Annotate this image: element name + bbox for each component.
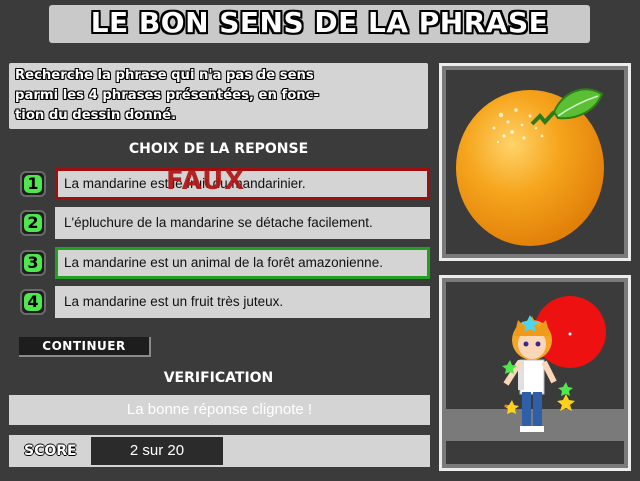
score-value: 2 sur 20 <box>91 437 223 465</box>
page-title: LE BON SENS DE LA PHRASE <box>90 6 549 39</box>
answer-number-2[interactable]: 2 <box>20 210 46 236</box>
answer-option-2[interactable]: L'épluchure de la mandarine se détache f… <box>55 207 430 239</box>
answer-number-4[interactable]: 4 <box>20 289 46 315</box>
answer-number-3[interactable]: 3 <box>20 250 46 276</box>
continue-button[interactable]: CONTINUER <box>19 337 151 357</box>
fruit-image-frame <box>446 70 624 254</box>
answer-option-3[interactable]: La mandarine est un animal de la forêt a… <box>55 247 430 279</box>
verification-heading: VERIFICATION <box>163 370 274 386</box>
fruit-image-panel <box>439 63 631 261</box>
choice-heading: CHOIX DE LA REPONSE <box>128 141 309 157</box>
mascot-image-panel <box>439 275 631 471</box>
answer-option-4[interactable]: La mandarine est un fruit très juteux. <box>55 286 430 318</box>
answer-number-4-label: 4 <box>24 293 42 311</box>
answer-number-1-label: 1 <box>24 175 42 193</box>
wrong-answer-overlay: FAUX <box>166 166 246 196</box>
mandarin-image <box>456 88 604 246</box>
instructions-line-3: tion du dessin donné. <box>15 108 177 123</box>
answer-number-2-label: 2 <box>24 214 42 232</box>
instructions-line-2: parmi les 4 phrases présentées, en fonc- <box>15 88 319 103</box>
mascot-image <box>446 296 624 441</box>
instructions-line-1: Recherche la phrase qui n'a pas de sens <box>15 68 314 83</box>
answer-number-1[interactable]: 1 <box>20 171 46 197</box>
verification-message: La bonne réponse clignote ! <box>9 395 430 425</box>
answer-number-3-label: 3 <box>24 254 42 272</box>
mascot-image-frame <box>446 282 624 464</box>
instructions-box: Recherche la phrase qui n'a pas de sens … <box>9 63 428 129</box>
score-label: SCORE <box>24 443 77 459</box>
